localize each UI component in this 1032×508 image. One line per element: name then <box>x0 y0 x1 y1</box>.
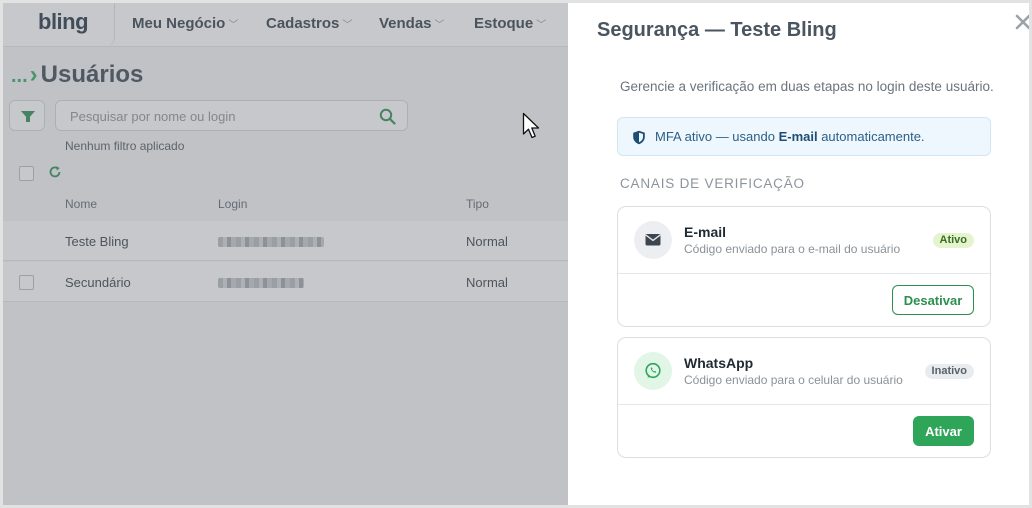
channel-name: WhatsApp <box>684 355 754 371</box>
shield-icon <box>633 130 645 145</box>
card-divider <box>618 273 990 274</box>
section-heading: CANAIS DE VERIFICAÇÃO <box>620 176 805 191</box>
security-drawer: Segurança — Teste Bling Gerencie a verif… <box>568 3 1032 505</box>
whatsapp-icon <box>645 362 661 379</box>
channel-icon-wrap <box>634 352 672 390</box>
channel-icon-wrap <box>634 221 672 259</box>
drawer-title: Segurança — Teste Bling <box>597 19 837 41</box>
mfa-info-alert: MFA ativo — usando E-mail automaticament… <box>617 117 991 156</box>
channel-description: Código enviado para o e-mail do usuário <box>684 242 901 256</box>
app-window: bling Meu Negócio ﹀ Cadastros ﹀ Vendas ﹀ Es… <box>0 0 1032 508</box>
activate-whatsapp-button[interactable]: Ativar <box>913 416 974 446</box>
channel-card-whatsapp: WhatsApp Código enviado para o celular d… <box>617 337 991 458</box>
channel-name: E-mail <box>684 224 727 240</box>
card-divider <box>618 404 990 405</box>
channel-description: Código enviado para o celular do usuário <box>684 373 903 387</box>
drawer-description: Gerencie a verificação em duas etapas no… <box>620 79 994 94</box>
status-badge: Inativo <box>924 364 974 379</box>
close-icon[interactable] <box>1014 13 1032 31</box>
mfa-info-text: MFA ativo — usando E-mail automaticament… <box>655 129 925 144</box>
modal-backdrop[interactable] <box>3 3 568 505</box>
status-badge: Ativo <box>932 233 974 248</box>
envelope-icon <box>645 234 661 246</box>
deactivate-email-button[interactable]: Desativar <box>892 285 974 315</box>
mouse-cursor-icon <box>522 112 540 139</box>
channel-card-email: E-mail Código enviado para o e-mail do u… <box>617 206 991 327</box>
mfa-method: E-mail <box>778 129 818 144</box>
